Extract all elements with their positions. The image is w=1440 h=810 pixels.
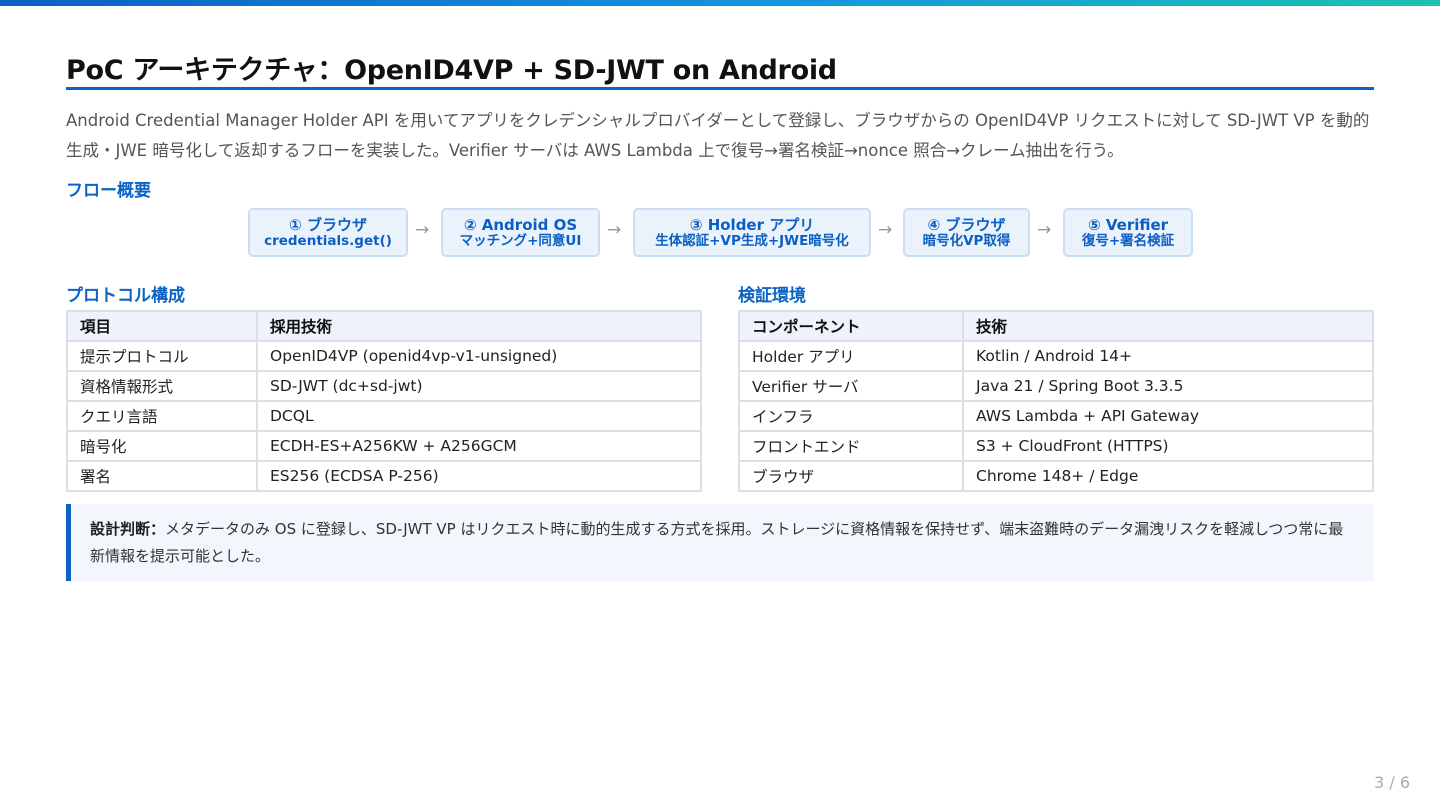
table-cell: 提示プロトコル xyxy=(66,340,258,372)
table-cell: Holder アプリ xyxy=(738,340,964,372)
flow-arrow: → xyxy=(878,220,893,240)
environment-table: コンポーネント 技術 Holder アプリ Kotlin / Android 1… xyxy=(738,310,1374,492)
flow-step-detail: credentials.get() xyxy=(264,232,392,249)
table-cell: OpenID4VP (openid4vp-v1-unsigned) xyxy=(256,340,702,372)
table-row: Holder アプリ Kotlin / Android 14+ xyxy=(738,340,1374,372)
table-cell: ブラウザ xyxy=(738,460,964,492)
table-row: 署名 ES256 (ECDSA P-256) xyxy=(66,460,702,492)
flow-step-detail: マッチング+同意UI xyxy=(459,232,582,249)
table-cell: SD-JWT (dc+sd-jwt) xyxy=(256,370,702,402)
flow-step-detail: 復号+署名検証 xyxy=(1081,232,1175,249)
flow-step-title: ② Android OS xyxy=(463,215,578,234)
flow-step-browser: ① ブラウザ credentials.get() xyxy=(248,208,408,257)
flow-step-title: ① ブラウザ xyxy=(289,215,367,234)
table-cell: ECDH-ES+A256KW + A256GCM xyxy=(256,430,702,462)
table-cell: Verifier サーバ xyxy=(738,370,964,402)
table-cell: Chrome 148+ / Edge xyxy=(962,460,1374,492)
protocol-table: 項目 採用技術 提示プロトコル OpenID4VP (openid4vp-v1-… xyxy=(66,310,702,492)
page-number: 3 / 6 xyxy=(1374,773,1410,792)
environment-heading: 検証環境 xyxy=(738,286,806,306)
protocol-heading: プロトコル構成 xyxy=(66,286,185,306)
flow-step-title: ③ Holder アプリ xyxy=(689,215,815,234)
table-row: Verifier サーバ Java 21 / Spring Boot 3.3.5 xyxy=(738,370,1374,402)
table-row: フロントエンド S3 + CloudFront (HTTPS) xyxy=(738,430,1374,462)
table-row: 暗号化 ECDH-ES+A256KW + A256GCM xyxy=(66,430,702,462)
flow-step-browser-receive: ④ ブラウザ 暗号化VP取得 xyxy=(903,208,1030,257)
column-header: 採用技術 xyxy=(256,310,702,342)
top-accent-bar xyxy=(0,0,1440,6)
callout-text: メタデータのみ OS に登録し、SD-JWT VP はリクエスト時に動的生成する… xyxy=(90,520,1344,565)
flow-heading: フロー概要 xyxy=(66,181,151,201)
callout-label: 設計判断： xyxy=(90,520,166,538)
table-cell: AWS Lambda + API Gateway xyxy=(962,400,1374,432)
table-cell: 資格情報形式 xyxy=(66,370,258,402)
flow-arrow: → xyxy=(607,220,622,240)
flow-arrow: → xyxy=(415,220,430,240)
table-header-row: コンポーネント 技術 xyxy=(738,310,1374,342)
flow-diagram: ① ブラウザ credentials.get() → ② Android OS … xyxy=(0,208,1440,258)
page-title: PoC アーキテクチャ：OpenID4VP + SD-JWT on Androi… xyxy=(66,55,837,86)
column-header: 技術 xyxy=(962,310,1374,342)
design-decision-callout: 設計判断：メタデータのみ OS に登録し、SD-JWT VP はリクエスト時に動… xyxy=(66,504,1374,581)
flow-step-detail: 生体認証+VP生成+JWE暗号化 xyxy=(655,232,849,249)
table-cell: Kotlin / Android 14+ xyxy=(962,340,1374,372)
table-cell: DCQL xyxy=(256,400,702,432)
table-cell: S3 + CloudFront (HTTPS) xyxy=(962,430,1374,462)
intro-paragraph: Android Credential Manager Holder API を用… xyxy=(66,111,1370,160)
table-cell: 署名 xyxy=(66,460,258,492)
flow-step-android-os: ② Android OS マッチング+同意UI xyxy=(441,208,600,257)
table-cell: ES256 (ECDSA P-256) xyxy=(256,460,702,492)
column-header: コンポーネント xyxy=(738,310,964,342)
table-cell: フロントエンド xyxy=(738,430,964,462)
flow-step-title: ⑤ Verifier xyxy=(1087,215,1169,234)
flow-step-title: ④ ブラウザ xyxy=(927,215,1006,234)
flow-arrow: → xyxy=(1037,220,1052,240)
flow-step-detail: 暗号化VP取得 xyxy=(922,232,1011,249)
table-row: インフラ AWS Lambda + API Gateway xyxy=(738,400,1374,432)
column-header: 項目 xyxy=(66,310,258,342)
flow-step-holder-app: ③ Holder アプリ 生体認証+VP生成+JWE暗号化 xyxy=(633,208,871,257)
table-cell: Java 21 / Spring Boot 3.3.5 xyxy=(962,370,1374,402)
table-row: クエリ言語 DCQL xyxy=(66,400,702,432)
table-row: 資格情報形式 SD-JWT (dc+sd-jwt) xyxy=(66,370,702,402)
table-cell: クエリ言語 xyxy=(66,400,258,432)
title-underline xyxy=(66,87,1374,90)
table-row: ブラウザ Chrome 148+ / Edge xyxy=(738,460,1374,492)
table-cell: インフラ xyxy=(738,400,964,432)
flow-step-verifier: ⑤ Verifier 復号+署名検証 xyxy=(1063,208,1193,257)
table-header-row: 項目 採用技術 xyxy=(66,310,702,342)
table-cell: 暗号化 xyxy=(66,430,258,462)
table-row: 提示プロトコル OpenID4VP (openid4vp-v1-unsigned… xyxy=(66,340,702,372)
